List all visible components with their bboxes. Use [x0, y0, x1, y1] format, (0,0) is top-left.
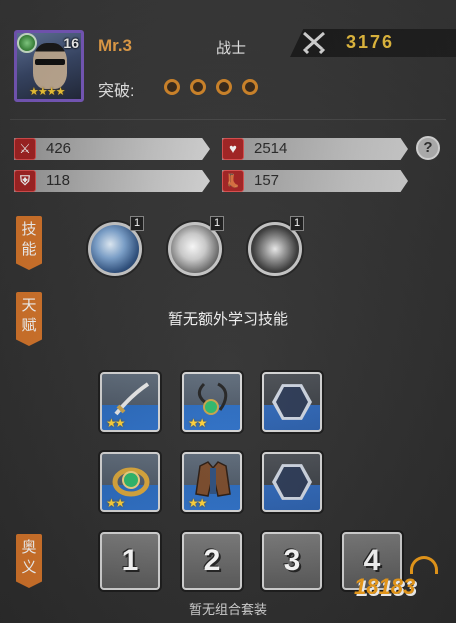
hero-glasses	[35, 59, 65, 65]
pendant-icon	[198, 382, 228, 415]
ougi-section-tag: 奥义	[16, 534, 42, 588]
breakthrough-dot	[242, 79, 258, 95]
breakthrough-dot	[216, 79, 232, 95]
watermark-logo: 18183	[354, 574, 416, 599]
attack-value: 426	[46, 140, 72, 157]
equip-stars: ★★	[188, 416, 207, 430]
shield-icon: ⛨	[14, 170, 36, 192]
boot-icon: 👢	[222, 170, 244, 192]
help-button[interactable]: ?	[416, 136, 440, 160]
element-badge-icon	[17, 33, 37, 53]
ougi-slot-2[interactable]: 2	[182, 532, 242, 590]
equip-slot-empty[interactable]	[262, 452, 322, 512]
defense-value: 118	[46, 172, 70, 189]
equip-slot-ring[interactable]: ★★	[100, 452, 160, 512]
power-value: 3176	[346, 32, 395, 52]
skill-level-badge: 1	[290, 216, 304, 231]
defense-stat-bar: 118	[14, 170, 210, 192]
header-divider	[10, 119, 446, 120]
hero-stars: ★★★★	[29, 86, 65, 98]
breakthrough-label: 突破:	[98, 83, 135, 100]
coat-icon	[195, 461, 231, 497]
hero-name: Mr.3	[98, 36, 133, 55]
heart-icon: ♥	[222, 138, 244, 160]
hero-class: 战士	[216, 40, 247, 57]
equip-stars: ★★	[106, 496, 125, 510]
ougi-slot-1[interactable]: 1	[100, 532, 160, 590]
combo-empty-text: 暂无组合套装	[188, 602, 267, 617]
ring-icon	[112, 467, 150, 497]
equip-slot-armor[interactable]: ★★	[182, 452, 242, 512]
crossed-swords-icon	[300, 30, 328, 56]
ougi-slot-3[interactable]: 3	[262, 532, 322, 590]
equip-slot-empty[interactable]	[262, 372, 322, 432]
equip-stars: ★★	[188, 496, 207, 510]
skills-section-tag: 技能	[16, 216, 42, 270]
speed-stat-bar: 157	[222, 170, 408, 192]
breakthrough-indicator	[164, 79, 258, 95]
hero-portrait	[33, 43, 67, 89]
skill-level-badge: 1	[210, 216, 224, 231]
hp-value: 2514	[254, 140, 288, 157]
breakthrough-dot	[190, 79, 206, 95]
attack-stat-bar: 426	[14, 138, 210, 160]
hero-avatar[interactable]: 16 ★★★★	[14, 30, 84, 102]
equip-slot-accessory[interactable]: ★★	[182, 372, 242, 432]
speed-value: 157	[254, 172, 280, 189]
hp-stat-bar: 2514	[222, 138, 408, 160]
skill-level-badge: 1	[130, 216, 144, 231]
equip-stars: ★★	[106, 416, 125, 430]
watermark-sun-icon	[410, 556, 438, 574]
hero-detail-panel: 16 ★★★★ Mr.3 战士 3176 突破: 426 ⚔ 2514 ♥ ? …	[0, 0, 456, 623]
hero-level: 16	[63, 35, 79, 51]
saber-icon	[114, 382, 150, 416]
sword-icon: ⚔	[14, 138, 36, 160]
breakthrough-dot	[164, 79, 180, 95]
equip-slot-weapon[interactable]: ★★	[100, 372, 160, 432]
talent-empty-text: 暂无额外学习技能	[167, 311, 288, 328]
